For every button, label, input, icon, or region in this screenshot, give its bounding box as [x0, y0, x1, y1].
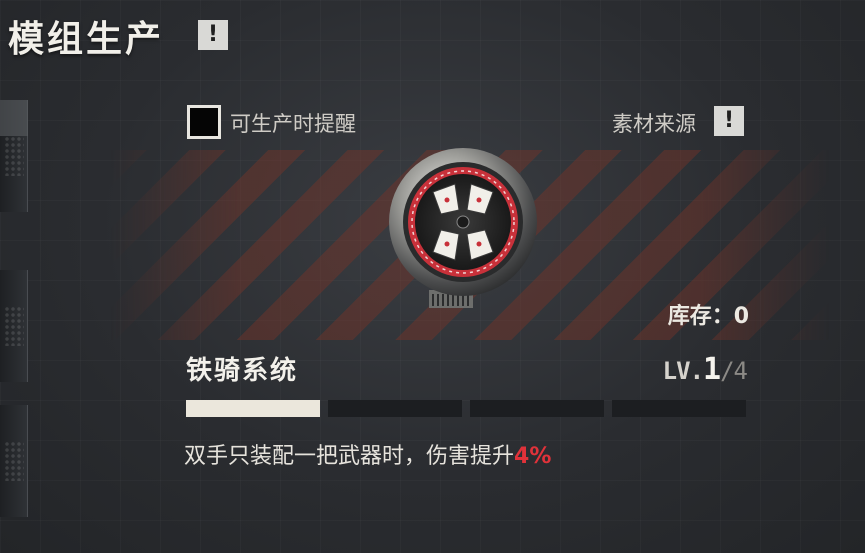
level-progress-segment	[328, 400, 462, 417]
material-source-label: 素材来源	[612, 112, 696, 136]
module-list-sidebar	[0, 100, 30, 553]
module-list-item-icon	[4, 306, 24, 346]
level-max: /4	[720, 357, 748, 385]
notify-label: 可生产时提醒	[230, 112, 356, 136]
material-source-info-button[interactable]: !	[714, 106, 744, 136]
level-prefix: LV.	[662, 357, 704, 385]
module-description: 双手只装配一把武器时，伤害提升4%	[184, 438, 551, 470]
module-list-item[interactable]	[0, 100, 28, 212]
module-list-item[interactable]	[0, 405, 28, 517]
module-list-item-tab	[0, 100, 28, 136]
level-progress-segment	[470, 400, 604, 417]
stock-count: 库存：0	[667, 304, 749, 329]
module-list-item-icon	[4, 136, 24, 176]
module-name: 铁骑系统	[186, 356, 299, 386]
module-level: LV.1/4	[662, 352, 748, 387]
level-progress-segment	[612, 400, 746, 417]
description-value: 4%	[514, 444, 552, 469]
description-text: 双手只装配一把武器时，伤害提升	[184, 444, 515, 469]
notify-checkbox[interactable]	[187, 105, 221, 139]
title-info-button[interactable]: !	[198, 20, 228, 50]
level-progress-segment	[186, 400, 320, 417]
module-list-item[interactable]	[0, 270, 28, 382]
page-title: 模组生产	[8, 19, 165, 60]
module-emblem-icon	[385, 144, 541, 316]
level-current: 1	[703, 352, 721, 387]
module-list-item-icon	[4, 441, 24, 481]
level-progress-bar	[186, 400, 746, 417]
